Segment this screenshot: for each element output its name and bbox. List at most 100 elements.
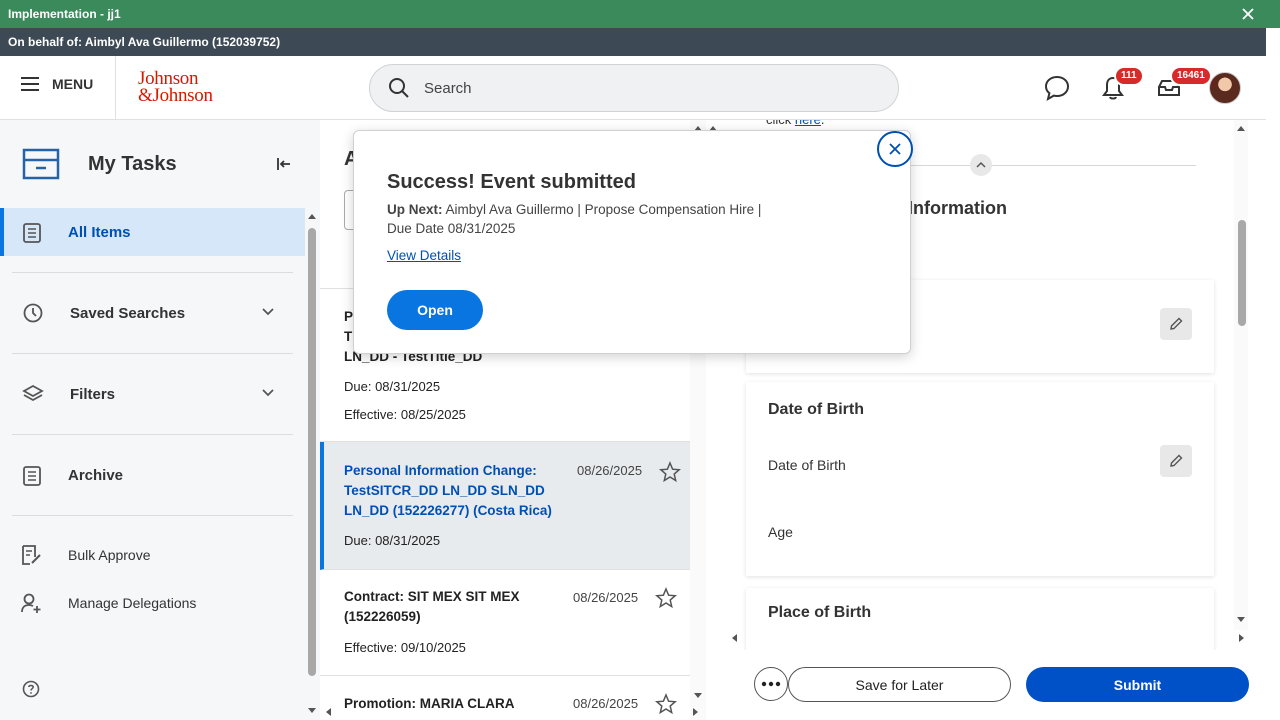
sidebar-divider	[12, 272, 293, 273]
due-date-text: Due Date 08/31/2025	[387, 221, 516, 236]
scroll-down-arrow-icon[interactable]	[1236, 616, 1246, 624]
star-icon[interactable]	[655, 587, 677, 609]
scroll-right-arrow-icon[interactable]	[1238, 633, 1246, 643]
collapse-section-button[interactable]	[970, 154, 992, 176]
on-behalf-text: On behalf of: Aimbyl Ava Guillermo (1520…	[8, 35, 281, 49]
sidebar-item-label: All Items	[68, 223, 131, 241]
user-avatar[interactable]	[1209, 72, 1241, 104]
detail-scroll-thumb[interactable]	[1238, 220, 1246, 326]
collapse-sidebar-icon[interactable]	[276, 156, 292, 172]
search-input[interactable]: Search	[424, 80, 472, 97]
tasks-tray-icon	[22, 148, 60, 180]
edit-button[interactable]	[1160, 308, 1192, 340]
bulk-approve-icon	[22, 545, 41, 565]
task-date: 08/26/2025	[573, 696, 639, 711]
detail-link-line: click here.	[766, 120, 825, 127]
sidebar-item-manage-delegations[interactable]: Manage Delegations	[0, 588, 305, 618]
close-icon	[889, 143, 901, 155]
menu-button[interactable]: MENU	[20, 76, 93, 92]
scroll-up-arrow-icon[interactable]	[1236, 124, 1246, 132]
success-popup: Success! Event submitted Up Next: Aimbyl…	[353, 130, 913, 354]
my-tasks-title: My Tasks	[88, 152, 177, 175]
section-title: Information	[908, 198, 1007, 218]
detail-link-suffix: .	[821, 120, 825, 127]
date-of-birth-card: Date of Birth Date of Birth Age	[746, 382, 1214, 576]
task-title: Promotion: MARIA CLARA	[344, 696, 515, 711]
logo-line-2: &Johnson	[138, 85, 213, 106]
sidebar-divider	[12, 515, 293, 516]
history-clock-icon	[23, 303, 43, 323]
archive-clipboard-icon	[23, 466, 41, 486]
add-user-icon	[21, 593, 41, 613]
task-title: Personal Information Change: TestSITCR_D…	[344, 463, 552, 518]
star-icon[interactable]	[655, 693, 677, 715]
inbox-badge: 16461	[1170, 66, 1212, 86]
sidebar: My Tasks All Items Saved Searches Filter…	[0, 120, 305, 720]
chevron-down-icon	[262, 389, 274, 397]
sidebar-item-filters[interactable]: Filters	[0, 370, 305, 418]
submit-button[interactable]: Submit	[1026, 667, 1249, 702]
action-footer: Save for Later Submit	[706, 650, 1266, 720]
search-bar[interactable]: Search	[369, 64, 899, 112]
help-icon[interactable]	[22, 680, 40, 698]
sidebar-item-saved-searches[interactable]: Saved Searches	[0, 289, 305, 337]
header-divider	[115, 56, 116, 120]
task-title: Contract: SIT MEX SIT MEX (152226059)	[344, 589, 520, 624]
more-actions-button[interactable]	[754, 667, 788, 701]
here-link[interactable]: here	[795, 120, 821, 127]
scroll-down-arrow-icon[interactable]	[693, 692, 703, 700]
task-effective: Effective: 09/10/2025	[344, 640, 466, 655]
card-title: Date of Birth	[768, 401, 864, 418]
task-item[interactable]: Contract: SIT MEX SIT MEX (152226059) 08…	[320, 570, 690, 676]
task-item[interactable]: Promotion: MARIA CLARA 08/26/2025	[320, 676, 690, 720]
sidebar-scroll-thumb[interactable]	[308, 228, 316, 676]
sidebar-item-label: Bulk Approve	[68, 547, 151, 563]
task-effective: Effective: 08/25/2025	[344, 407, 466, 422]
sidebar-item-label: Filters	[70, 385, 116, 403]
app-header: MENU Johnson &Johnson Search 111 16461	[0, 56, 1266, 120]
sidebar-divider	[12, 434, 293, 435]
popup-up-next: Up Next: Aimbyl Ava Guillermo | Propose …	[387, 200, 787, 238]
edit-button[interactable]	[1160, 445, 1192, 477]
more-dots-icon	[761, 681, 781, 687]
scroll-left-arrow-icon[interactable]	[324, 707, 332, 717]
clipboard-icon	[23, 223, 41, 243]
sidebar-item-label: Saved Searches	[70, 304, 186, 322]
sidebar-item-label: Manage Delegations	[68, 595, 197, 611]
task-date: 08/26/2025	[577, 463, 643, 478]
notifications-badge: 111	[1114, 66, 1144, 86]
scroll-right-arrow-icon[interactable]	[692, 707, 700, 717]
environment-title: Implementation - jj1	[8, 7, 121, 21]
pencil-icon	[1170, 317, 1183, 330]
detail-horizontal-scrollbar[interactable]	[726, 630, 1250, 646]
company-logo[interactable]: Johnson &Johnson	[138, 69, 213, 106]
task-item-selected[interactable]: Personal Information Change: TestSITCR_D…	[320, 442, 690, 570]
save-for-later-button[interactable]: Save for Later	[788, 667, 1011, 702]
chevron-up-icon	[976, 161, 986, 168]
card-title: Place of Birth	[768, 604, 872, 621]
task-due: Due: 08/31/2025	[344, 379, 441, 394]
open-button[interactable]: Open	[387, 290, 483, 330]
menu-label: MENU	[52, 76, 94, 92]
chat-icon[interactable]	[1043, 74, 1071, 102]
sidebar-item-archive[interactable]: Archive	[0, 451, 305, 499]
scroll-left-arrow-icon[interactable]	[730, 633, 738, 643]
date-of-birth-label: Date of Birth	[768, 457, 846, 473]
task-date: 08/26/2025	[573, 590, 639, 605]
sidebar-item-all-items[interactable]: All Items	[0, 208, 305, 256]
my-tasks-header: My Tasks	[20, 146, 177, 182]
scroll-down-arrow-icon[interactable]	[307, 707, 317, 715]
close-icon[interactable]	[1240, 6, 1256, 22]
task-due: Due: 08/31/2025	[344, 533, 441, 548]
layers-icon	[22, 384, 44, 402]
star-icon[interactable]	[659, 461, 681, 483]
popup-close-button[interactable]	[877, 131, 913, 167]
view-details-link[interactable]: View Details	[387, 248, 461, 263]
on-behalf-bar: On behalf of: Aimbyl Ava Guillermo (1520…	[0, 28, 1266, 56]
sidebar-item-bulk-approve[interactable]: Bulk Approve	[0, 540, 305, 570]
chevron-down-icon	[262, 308, 274, 316]
scroll-up-arrow-icon[interactable]	[307, 212, 317, 220]
detail-scrollbar[interactable]	[1234, 120, 1248, 630]
popup-title: Success! Event submitted	[387, 171, 636, 193]
search-icon	[389, 78, 409, 98]
